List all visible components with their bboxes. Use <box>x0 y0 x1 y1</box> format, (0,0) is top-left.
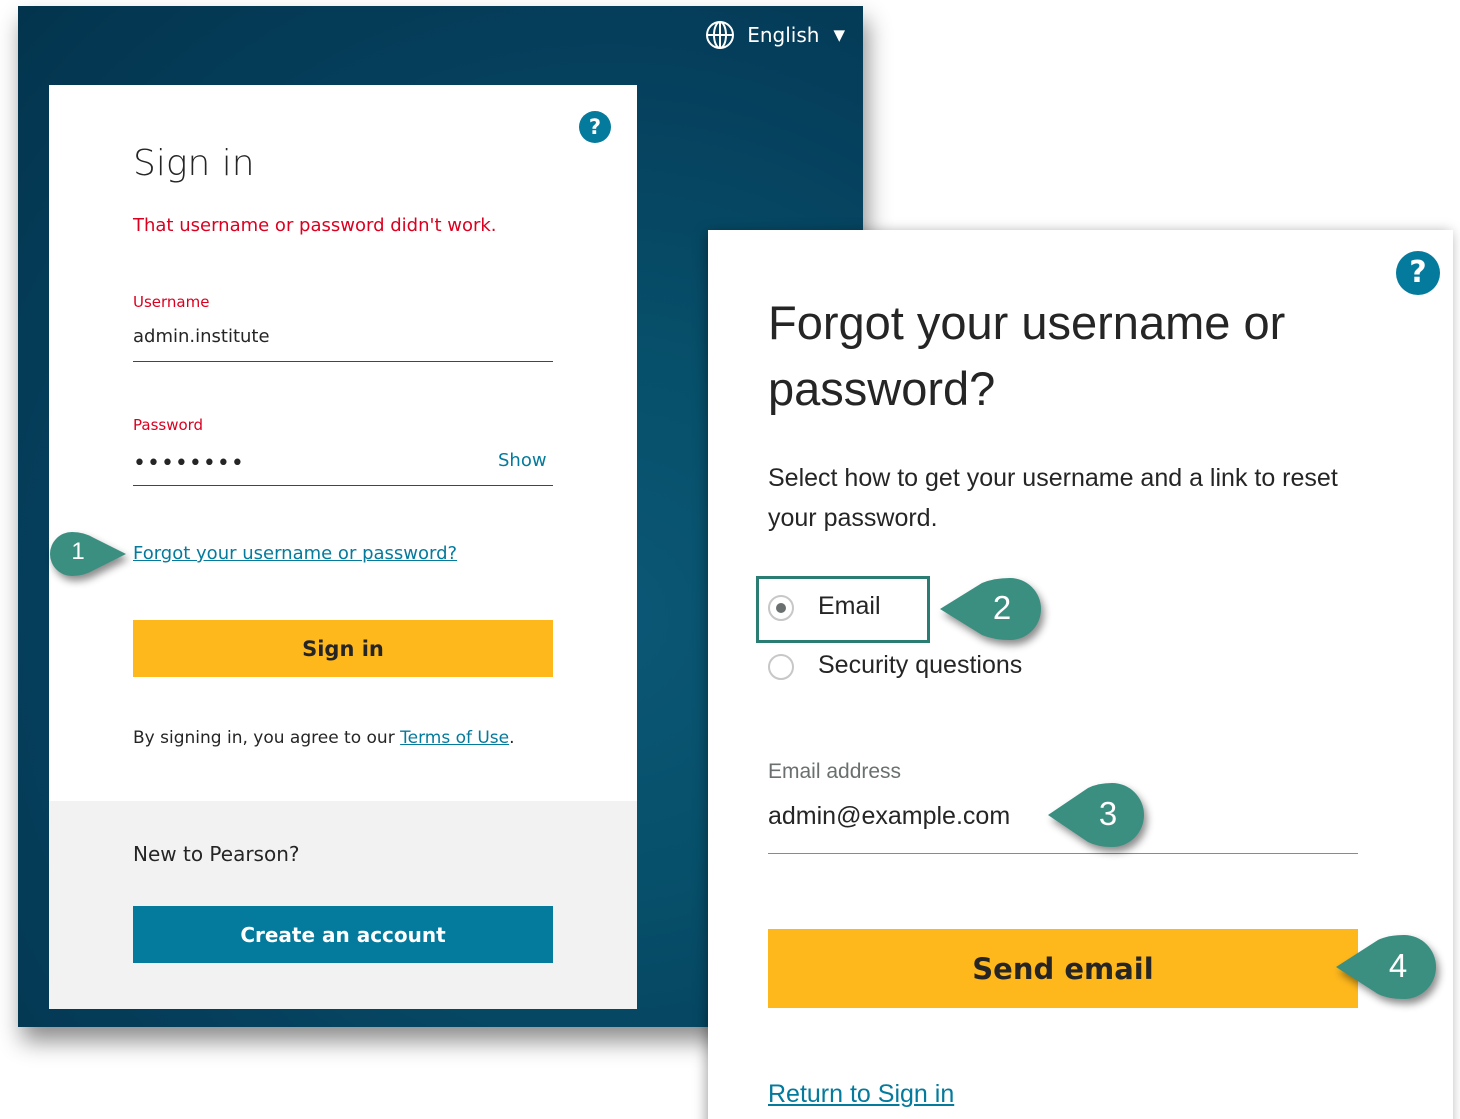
callout-4: 4 <box>1334 934 1438 1000</box>
callout-2-number: 2 <box>992 589 1012 626</box>
security-questions-radio[interactable] <box>768 654 794 680</box>
signin-card: ? Sign in That username or password didn… <box>49 85 637 1009</box>
username-underline <box>133 361 553 362</box>
card-footer: New to Pearson? Create an account <box>49 801 637 1009</box>
forgot-title: Forgot your username or password? <box>768 296 1286 415</box>
screenshot-stage: English ▼ ? Sign in That username or pas… <box>0 0 1460 1119</box>
callout-1-number: 1 <box>71 538 85 565</box>
email-radio[interactable] <box>768 595 794 621</box>
security-questions-label: Security questions <box>818 651 1023 679</box>
error-message: That username or password didn't work. <box>133 215 497 236</box>
email-underline <box>768 853 1358 854</box>
callout-2: 2 <box>938 577 1044 641</box>
email-address-label: Email address <box>768 760 902 783</box>
terms-of-use-link[interactable]: Terms of Use <box>400 728 509 748</box>
password-underline <box>133 485 553 486</box>
forgot-password-link[interactable]: Forgot your username or password? <box>133 543 457 564</box>
globe-icon <box>706 21 735 49</box>
language-label: English <box>747 23 820 47</box>
email-radio-label: Email <box>818 592 881 620</box>
language-selector[interactable]: English ▼ <box>705 20 845 50</box>
send-email-button[interactable]: Send email <box>768 929 1358 1008</box>
help-icon[interactable]: ? <box>579 111 611 143</box>
show-password-button[interactable]: Show <box>498 450 547 471</box>
create-account-button[interactable]: Create an account <box>133 906 553 963</box>
callout-3: 3 <box>1046 782 1146 848</box>
terms-suffix: . <box>509 728 515 748</box>
forgot-description: Select how to get your username and a li… <box>768 464 1338 532</box>
password-label: Password <box>133 416 204 434</box>
terms-prefix: By signing in, you agree to our <box>133 728 401 748</box>
caret-down-icon: ▼ <box>833 26 845 44</box>
terms-text: By signing in, you agree to our Terms of… <box>133 728 515 748</box>
callout-4-number: 4 <box>1388 947 1408 984</box>
callout-3-number: 3 <box>1098 795 1118 832</box>
signin-button[interactable]: Sign in <box>133 620 553 677</box>
callout-1: 1 <box>48 530 128 578</box>
help-icon[interactable]: ? <box>1396 251 1440 295</box>
username-field[interactable]: admin.institute <box>133 326 270 347</box>
password-field[interactable]: •••••••• <box>133 451 245 476</box>
new-account-prompt: New to Pearson? <box>133 842 300 866</box>
email-address-field[interactable]: admin@example.com <box>768 802 1010 831</box>
page-title: Sign in <box>133 143 255 184</box>
username-label: Username <box>133 293 210 311</box>
return-to-signin-link[interactable]: Return to Sign in <box>768 1080 954 1109</box>
